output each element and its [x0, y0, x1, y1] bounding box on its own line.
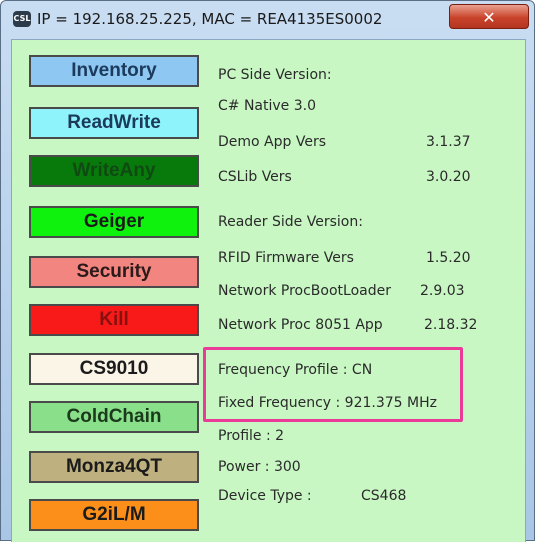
window-title: IP = 192.168.25.225, MAC = REA4135ES0002: [37, 10, 383, 28]
device-type-value: CS468: [361, 488, 407, 504]
demo-app-value: 3.1.37: [426, 134, 471, 150]
rfid-firmware-label: RFID Firmware Vers: [218, 250, 354, 266]
cs9010-button[interactable]: CS9010: [29, 353, 199, 385]
demo-app-label: Demo App Vers: [218, 134, 327, 150]
coldchain-button[interactable]: ColdChain: [29, 401, 199, 433]
kill-button[interactable]: Kill: [29, 304, 199, 336]
reader-side-version-heading: Reader Side Version:: [218, 214, 363, 230]
pc-side-version-heading: PC Side Version:: [218, 67, 332, 83]
writeany-button[interactable]: WriteAny: [29, 155, 199, 187]
power-label: Power : 300: [218, 459, 301, 475]
cslib-value: 3.0.20: [426, 169, 471, 185]
cslib-label: CSLib Vers: [218, 169, 292, 185]
close-button[interactable]: ✕: [449, 4, 529, 29]
device-type-label: Device Type :: [218, 488, 312, 504]
main-window: CSL IP = 192.168.25.225, MAC = REA4135ES…: [0, 0, 535, 542]
readwrite-button[interactable]: ReadWrite: [29, 107, 199, 139]
frequency-highlight-box: [203, 347, 463, 422]
profile-label: Profile : 2: [218, 428, 285, 444]
geiger-button[interactable]: Geiger: [29, 206, 199, 238]
inventory-button[interactable]: Inventory: [29, 55, 199, 87]
rfid-firmware-value: 1.5.20: [426, 250, 471, 266]
network-proc-label: Network Proc 8051 App: [218, 317, 383, 333]
g2ilm-button[interactable]: G2iL/M: [29, 499, 199, 531]
title-bar[interactable]: CSL IP = 192.168.25.225, MAC = REA4135ES…: [1, 1, 534, 39]
network-bootloader-value: 2.9.03: [420, 283, 465, 299]
network-bootloader-label: Network ProcBootLoader: [218, 283, 391, 299]
monza4qt-button[interactable]: Monza4QT: [29, 451, 199, 483]
app-icon: CSL: [13, 11, 31, 27]
csharp-native-label: C# Native 3.0: [218, 98, 316, 114]
security-button[interactable]: Security: [29, 256, 199, 288]
network-proc-value: 2.18.32: [424, 317, 478, 333]
client-area: Inventory ReadWrite WriteAny Geiger Secu…: [11, 39, 526, 542]
